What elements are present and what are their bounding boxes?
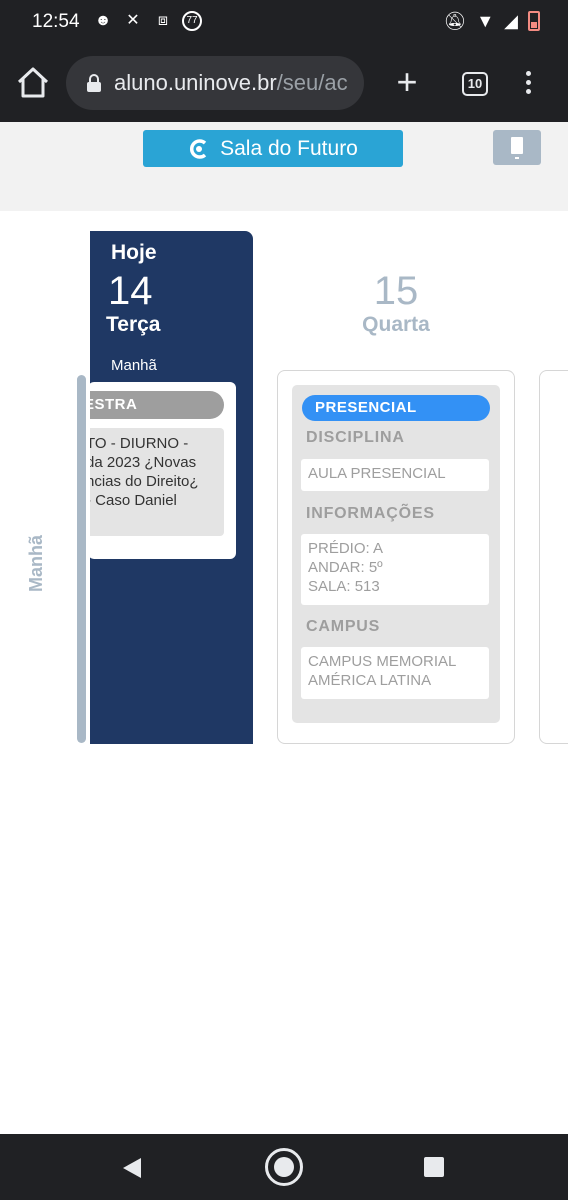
url-path: /seu/ac xyxy=(276,70,348,95)
today-weekday: Terça xyxy=(106,313,161,336)
back-icon[interactable] xyxy=(120,1156,144,1180)
notification-77-icon: 77 xyxy=(182,11,202,31)
sala-do-futuro-button[interactable]: Sala do Futuro xyxy=(143,130,403,167)
next-day-number: 15 xyxy=(373,269,419,313)
today-event-tag: ESTRA xyxy=(90,391,224,419)
more-menu-icon[interactable] xyxy=(518,68,538,100)
campus-line: CAMPUS MEMORIAL xyxy=(308,653,457,670)
today-label: Hoje xyxy=(111,241,157,264)
today-period: Manhã xyxy=(111,357,157,374)
today-event-line: TO - DIURNO - xyxy=(90,435,189,452)
document-button[interactable] xyxy=(493,130,541,165)
notifications-off-icon: 🔕︎ xyxy=(443,11,467,31)
disciplina-label: DISCIPLINA xyxy=(306,429,405,446)
horizontal-scroll-indicator[interactable] xyxy=(77,375,86,743)
informacoes-line: PRÉDIO: A xyxy=(308,540,384,557)
next-day-weekday: Quarta xyxy=(362,313,430,336)
android-debug-icon: ☻ xyxy=(94,12,112,29)
home-icon[interactable] xyxy=(14,64,52,102)
today-event-line: ncias do Direito¿ xyxy=(90,473,199,490)
campus-line: AMÉRICA LATINA xyxy=(308,672,432,689)
informacoes-line: ANDAR: 5º xyxy=(308,559,383,576)
today-day-number: 14 xyxy=(108,269,153,313)
campus-value: CAMPUS MEMORIAL AMÉRICA LATINA xyxy=(301,647,489,699)
event-card[interactable]: PRESENCIAL DISCIPLINA AULA PRESENCIAL IN… xyxy=(292,385,500,723)
signal-icon: ◢ xyxy=(504,11,518,31)
recents-icon[interactable] xyxy=(424,1157,444,1177)
status-bar: 12:54 ☻ ✕ ⧈ 77 🔕︎ ▼ ◢ xyxy=(0,0,568,44)
system-nav-bar xyxy=(0,1134,568,1200)
period-side-label: Manhã xyxy=(26,534,46,592)
battery-low-icon xyxy=(528,11,540,31)
today-event-line: da 2023 ¿Novas xyxy=(90,454,197,471)
url-bar[interactable]: aluno.uninove.br/seu/ac xyxy=(66,56,364,110)
disciplina-value: AULA PRESENCIAL xyxy=(301,459,489,491)
informacoes-line: SALA: 513 xyxy=(308,578,380,595)
home-nav-icon[interactable] xyxy=(265,1148,303,1186)
informacoes-value: PRÉDIO: A ANDAR: 5º SALA: 513 xyxy=(301,534,489,605)
status-time: 12:54 xyxy=(32,11,80,32)
today-event-line: - Caso Daniel xyxy=(90,492,177,509)
status-left-icons: ☻ ✕ ⧈ 77 xyxy=(92,10,202,32)
browser-toolbar: aluno.uninove.br/seu/ac + 10 xyxy=(0,44,568,122)
wifi-icon: ▼ xyxy=(476,11,495,31)
url-host: aluno.uninove.br xyxy=(114,70,277,95)
today-column: Hoje 14 Terça Manhã ESTRA TO - DIURNO - … xyxy=(90,231,253,744)
x-icon: ✕ xyxy=(126,12,140,29)
tab-switcher-button[interactable]: 10 xyxy=(462,72,488,96)
page-header: Sala do Futuro xyxy=(0,122,568,211)
following-day-column xyxy=(539,370,568,744)
informacoes-label: INFORMAÇÕES xyxy=(306,505,435,522)
campus-label: CAMPUS xyxy=(306,618,381,635)
next-day-column: PRESENCIAL DISCIPLINA AULA PRESENCIAL IN… xyxy=(277,370,515,744)
document-icon xyxy=(511,137,523,159)
presencial-tag: PRESENCIAL xyxy=(302,395,490,421)
new-tab-button[interactable]: + xyxy=(392,62,422,102)
lock-icon xyxy=(87,74,101,92)
url-text: aluno.uninove.br/seu/ac xyxy=(114,70,348,96)
status-right-icons: 🔕︎ ▼ ◢ xyxy=(443,9,540,33)
capcut-icon: ⧈ xyxy=(157,12,169,29)
today-event-text: TO - DIURNO - da 2023 ¿Novas ncias do Di… xyxy=(90,428,224,536)
sala-do-futuro-label: Sala do Futuro xyxy=(220,136,358,160)
sala-do-futuro-logo-icon xyxy=(190,138,207,159)
today-event-card[interactable]: ESTRA TO - DIURNO - da 2023 ¿Novas ncias… xyxy=(90,382,236,559)
